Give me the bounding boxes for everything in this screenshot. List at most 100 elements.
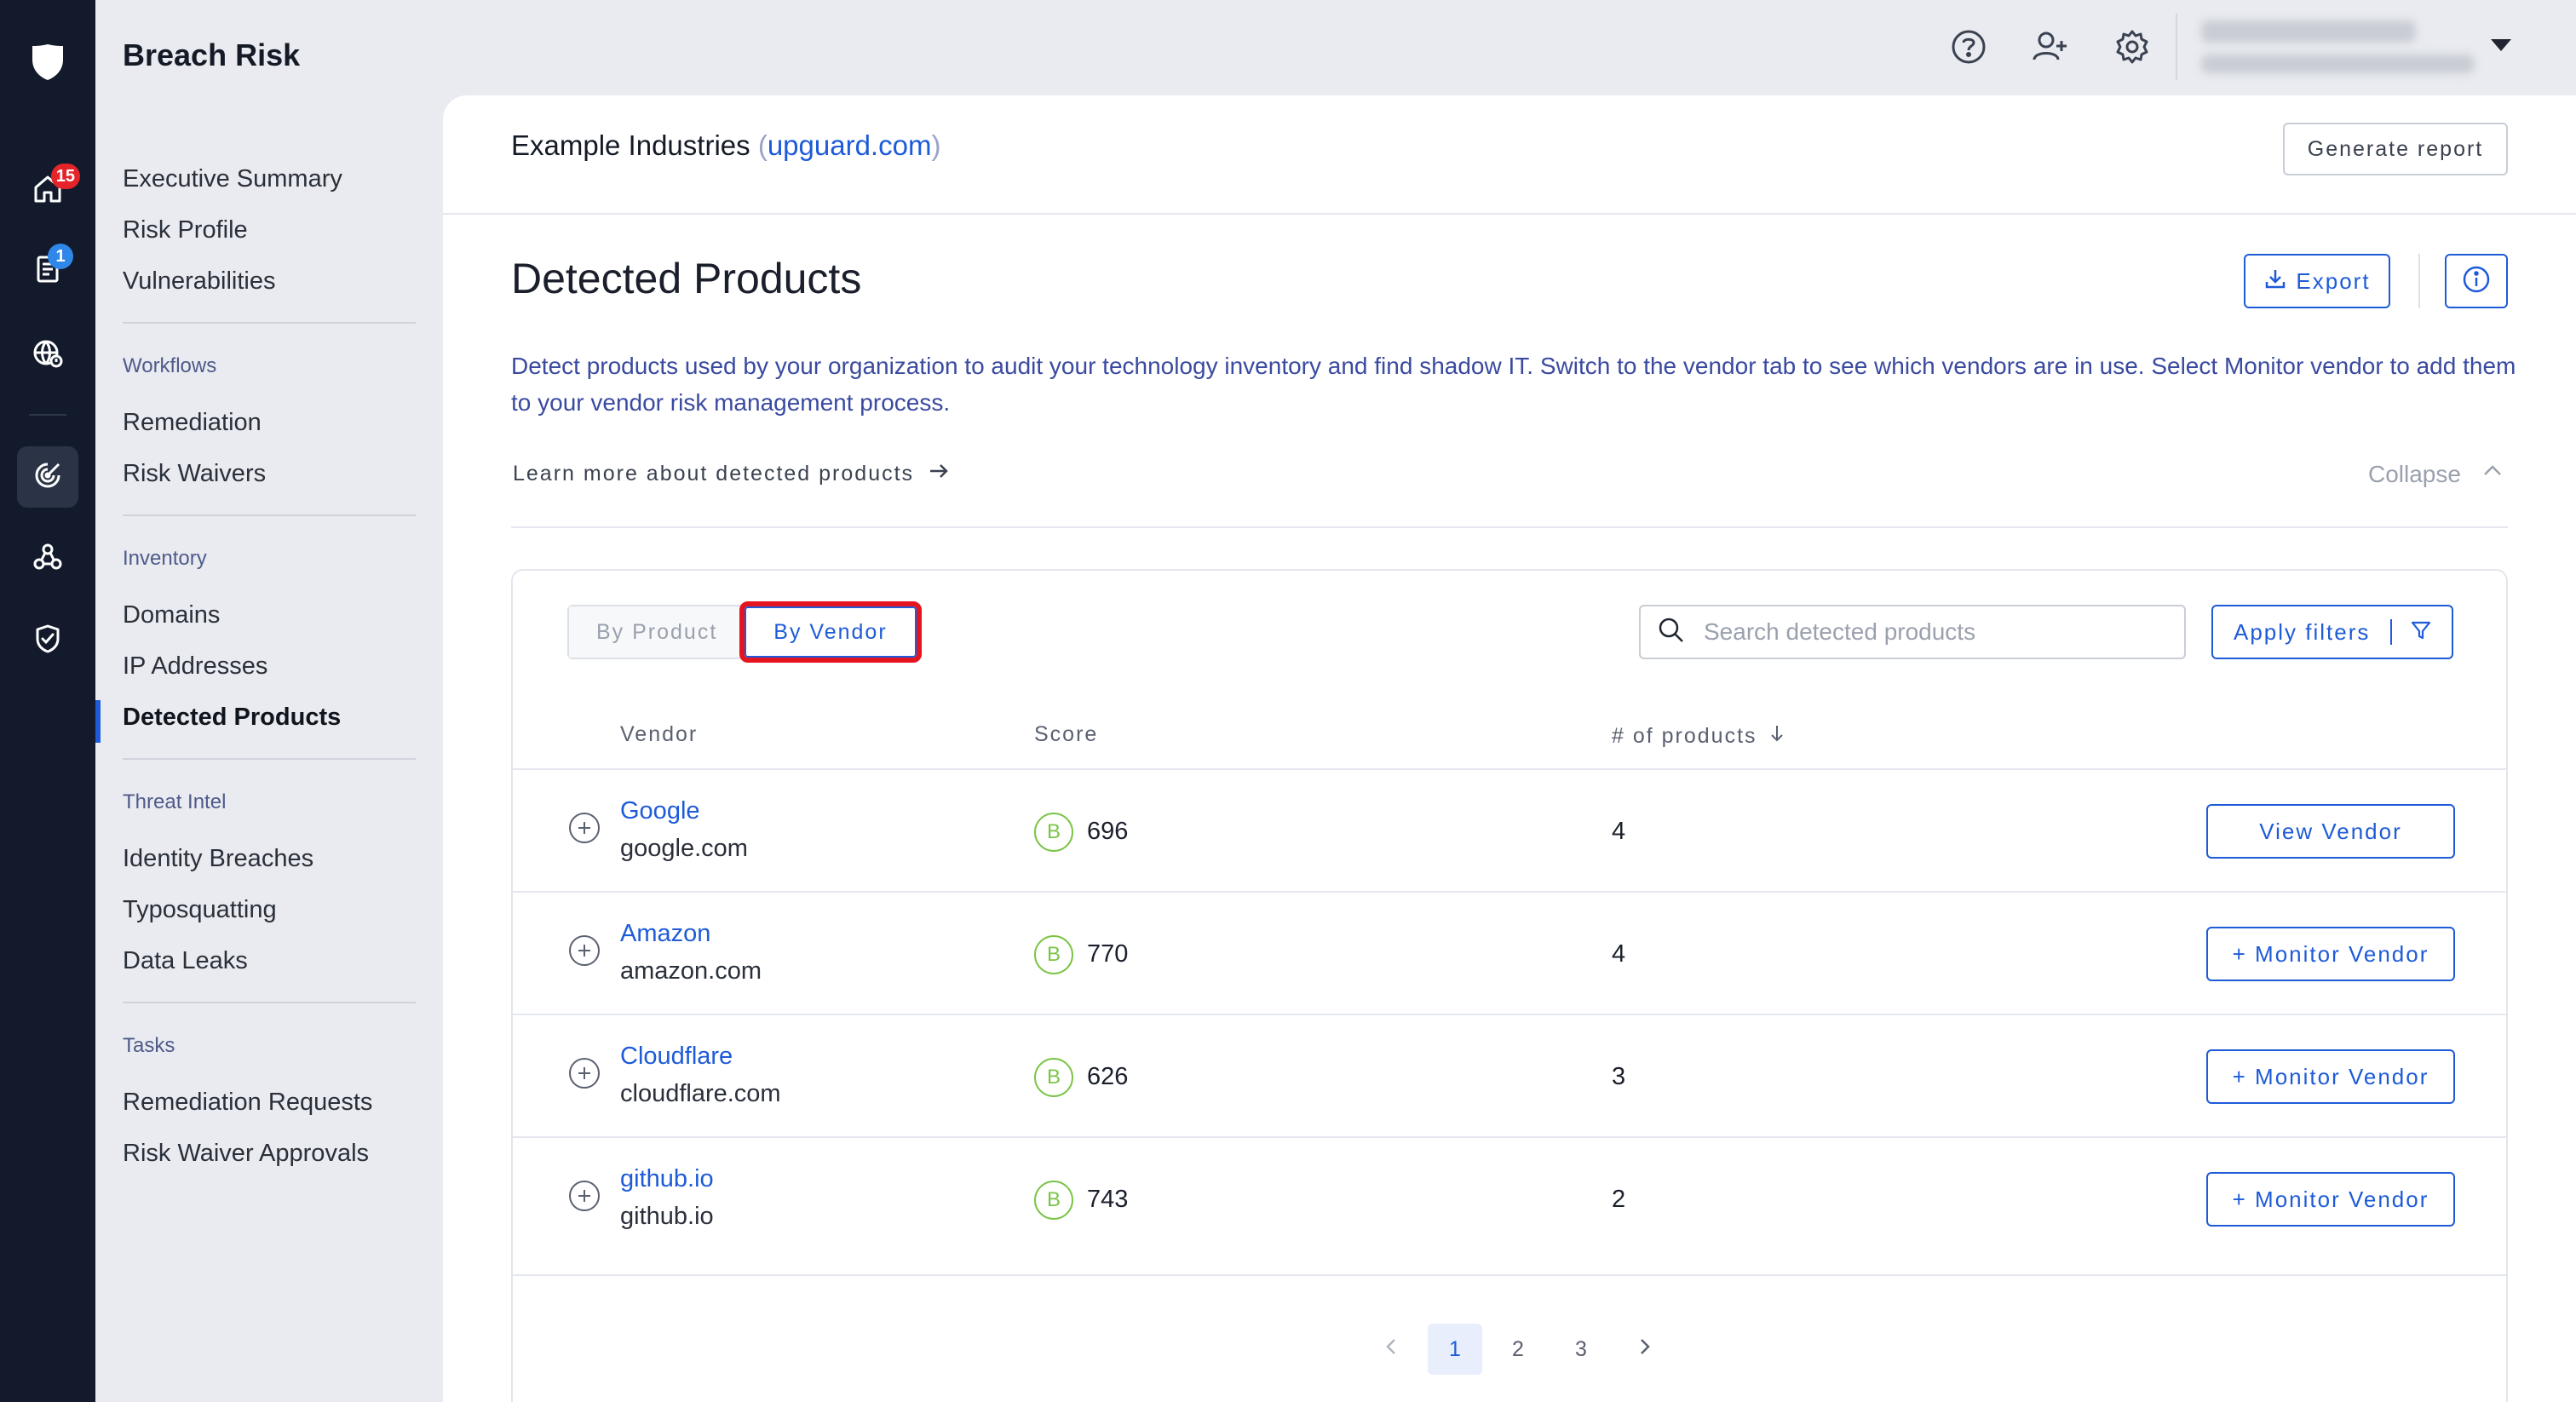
vendor-name-link[interactable]: Google <box>620 797 700 825</box>
nav-identity-breaches[interactable]: Identity Breaches <box>123 845 313 873</box>
grade-badge: B <box>1034 813 1073 852</box>
help-button[interactable] <box>1947 26 1990 68</box>
table-row: Amazon amazon.com B 770 4 + Monitor Vend… <box>513 893 2506 1015</box>
nav-divider <box>123 1002 416 1003</box>
nav-risk-profile[interactable]: Risk Profile <box>123 216 248 244</box>
company-header: Example Industries (upguard.com) <box>511 129 941 161</box>
vendor-name-link[interactable]: Amazon <box>620 920 710 948</box>
section-title: Breach Risk <box>123 37 301 72</box>
vendor-domain: cloudflare.com <box>620 1080 781 1107</box>
page-button-1[interactable]: 1 <box>1428 1324 1482 1375</box>
tab-by-product[interactable]: By Product <box>569 606 745 658</box>
generate-report-button[interactable]: Generate report <box>2283 123 2508 175</box>
plus-circle-icon <box>567 813 601 848</box>
expand-row-button[interactable] <box>567 934 601 968</box>
vendor-score: 696 <box>1087 818 1129 845</box>
grade-badge: B <box>1034 1181 1073 1220</box>
nav-ip-addresses[interactable]: IP Addresses <box>123 652 267 681</box>
sort-descending-icon <box>1766 722 1788 750</box>
product-count: 3 <box>1612 1063 1626 1090</box>
company-domain-link[interactable]: upguard.com <box>768 129 932 161</box>
nav-threat-monitor[interactable] <box>17 324 78 385</box>
globe-alert-icon <box>31 336 65 374</box>
nav-risk-waiver-approvals[interactable]: Risk Waiver Approvals <box>123 1140 369 1168</box>
nav-section-inventory: Inventory <box>123 547 207 570</box>
collapse-label: Collapse <box>2368 460 2461 487</box>
company-name: Example Industries <box>511 129 750 161</box>
expand-row-button[interactable] <box>567 811 601 845</box>
page-description: Detect products used by your organizatio… <box>511 353 2516 416</box>
expand-row-button[interactable] <box>567 1056 601 1090</box>
info-button[interactable] <box>2445 254 2508 308</box>
export-button[interactable]: Export <box>2244 254 2390 308</box>
tab-by-vendor[interactable]: By Vendor <box>739 601 922 663</box>
section-divider <box>511 526 2508 528</box>
table-row: Cloudflare cloudflare.com B 626 3 + Moni… <box>513 1015 2506 1138</box>
column-header-products[interactable]: # of products <box>1612 722 1788 750</box>
chevron-right-icon <box>1632 1335 1656 1365</box>
nav-section-tasks: Tasks <box>123 1034 175 1057</box>
grade-badge: B <box>1034 935 1073 974</box>
prev-page-button[interactable] <box>1365 1324 1419 1375</box>
search-input[interactable] <box>1704 618 2164 646</box>
nav-executive-summary[interactable]: Executive Summary <box>123 165 342 193</box>
search-box <box>1639 605 2186 659</box>
nav-divider <box>123 514 416 516</box>
nav-breach-risk[interactable] <box>17 446 78 508</box>
vendors-icon <box>31 540 65 578</box>
chevron-up-icon <box>2480 458 2505 490</box>
nav-domains[interactable]: Domains <box>123 601 220 629</box>
main-panel: Example Industries (upguard.com) Generat… <box>443 95 2576 1402</box>
collapse-toggle[interactable]: Collapse <box>2368 458 2505 490</box>
nav-reports[interactable]: 1 <box>17 240 78 302</box>
page-title: Detected Products <box>511 255 862 302</box>
add-user-icon <box>2029 32 2072 72</box>
vendor-domain: github.io <box>620 1203 714 1230</box>
view-vendor-button[interactable]: View Vendor <box>2206 804 2455 859</box>
invite-user-button[interactable] <box>2029 26 2072 68</box>
column-header-vendor[interactable]: Vendor <box>620 722 698 747</box>
nav-typosquatting[interactable]: Typosquatting <box>123 896 277 924</box>
nav-data-leaks[interactable]: Data Leaks <box>123 947 248 975</box>
table-footer-divider <box>513 1274 2506 1276</box>
nav-vendors[interactable] <box>17 528 78 589</box>
nav-remediation-requests[interactable]: Remediation Requests <box>123 1089 372 1117</box>
nav-divider <box>123 758 416 760</box>
learn-more-link[interactable]: Learn more about detected products <box>513 458 952 490</box>
nav-trust[interactable] <box>17 610 78 671</box>
trust-shield-icon <box>31 622 65 660</box>
expand-row-button[interactable] <box>567 1179 601 1213</box>
help-icon <box>1947 30 1990 72</box>
header-divider <box>2176 14 2177 80</box>
next-page-button[interactable] <box>1617 1324 1671 1375</box>
nav-home[interactable]: 15 <box>17 160 80 221</box>
settings-button[interactable] <box>2111 26 2153 68</box>
filter-icon <box>2392 618 2433 646</box>
nav-risk-waivers[interactable]: Risk Waivers <box>123 460 266 488</box>
apply-filters-button[interactable]: Apply filters <box>2211 605 2453 659</box>
vendor-score: 743 <box>1087 1186 1129 1213</box>
monitor-vendor-button[interactable]: + Monitor Vendor <box>2206 927 2455 981</box>
plus-circle-icon <box>567 935 601 971</box>
nav-detected-products[interactable]: Detected Products <box>123 704 341 732</box>
info-icon <box>2461 264 2492 299</box>
column-header-score[interactable]: Score <box>1034 722 1098 747</box>
chevron-down-icon[interactable] <box>2491 39 2511 51</box>
search-icon <box>1656 615 1687 650</box>
page-button-2[interactable]: 2 <box>1491 1324 1545 1375</box>
vendor-name-link[interactable]: Cloudflare <box>620 1043 733 1071</box>
chevron-left-icon <box>1380 1335 1404 1365</box>
learn-more-label: Learn more about detected products <box>513 462 915 486</box>
nav-divider <box>123 322 416 324</box>
nav-remediation[interactable]: Remediation <box>123 409 262 437</box>
monitor-vendor-button[interactable]: + Monitor Vendor <box>2206 1172 2455 1227</box>
vendor-domain: amazon.com <box>620 957 762 985</box>
shield-logo-icon[interactable] <box>31 43 65 82</box>
arrow-right-icon <box>926 458 952 490</box>
vendor-name-link[interactable]: github.io <box>620 1165 714 1193</box>
product-count: 4 <box>1612 940 1626 968</box>
monitor-vendor-button[interactable]: + Monitor Vendor <box>2206 1049 2455 1104</box>
page-button-3[interactable]: 3 <box>1554 1324 1608 1375</box>
nav-vulnerabilities[interactable]: Vulnerabilities <box>123 267 275 296</box>
settings-icon <box>2111 30 2153 72</box>
